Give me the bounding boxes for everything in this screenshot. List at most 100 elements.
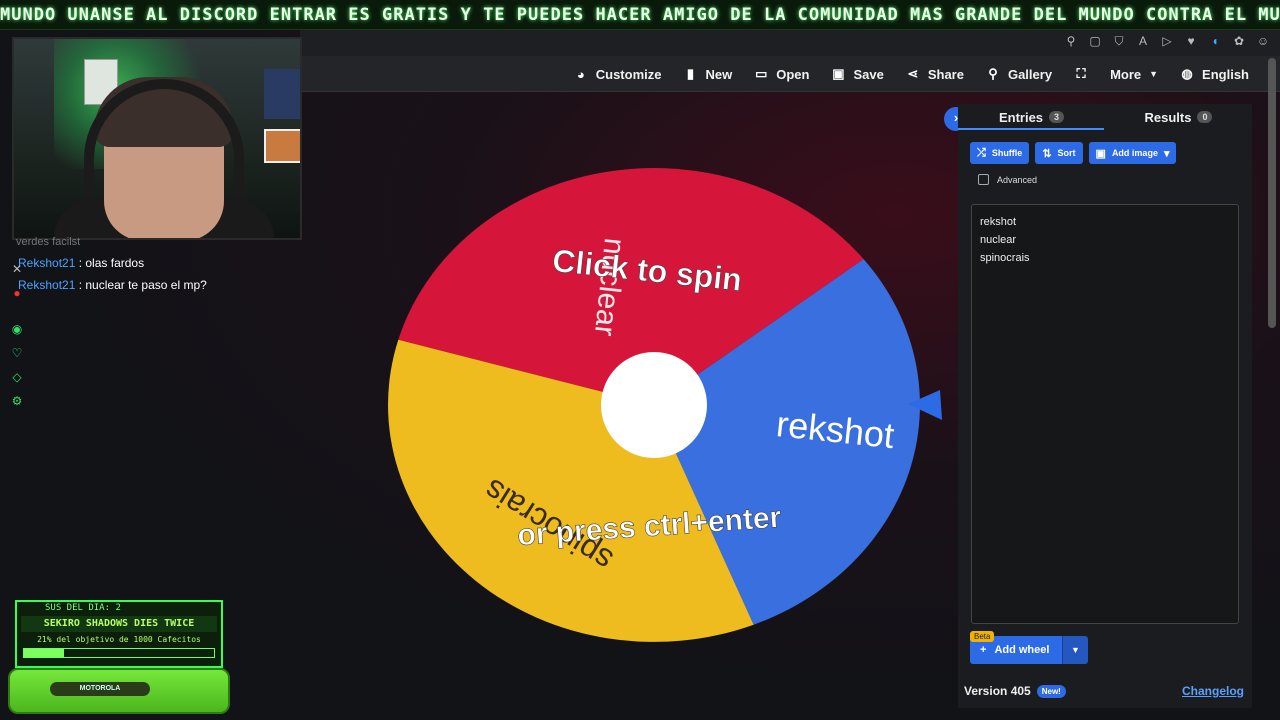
- translate-icon[interactable]: A: [1136, 34, 1150, 48]
- eye-icon: ◉: [11, 322, 23, 336]
- fullscreen-icon: ⛶: [1076, 66, 1086, 81]
- twitch-icon: ◇: [12, 370, 22, 384]
- panel-tabs: Entries 3 Results 0: [958, 104, 1252, 130]
- save-icon: ▣: [832, 66, 845, 81]
- extension-icon[interactable]: ✿: [1232, 34, 1246, 48]
- youtube-icon: ●: [13, 286, 21, 300]
- entries-toolbar: ⤮ Shuffle ⇅ Sort ▣ Add image ▾: [970, 142, 1177, 164]
- file-icon: ▮: [686, 66, 695, 81]
- shuffle-icon: ⤮: [977, 146, 986, 159]
- changelog-link[interactable]: Changelog: [1182, 684, 1244, 698]
- add-wheel-dropdown[interactable]: ▼: [1062, 636, 1088, 664]
- add-image-button[interactable]: ▣ Add image ▾: [1088, 142, 1177, 164]
- avatar-icon[interactable]: ☺: [1256, 34, 1270, 48]
- browser-toolbar: ⚲ ▢ ⛉ A ▷ ♥ ◖ ✿ ☺: [300, 30, 1280, 56]
- more-button[interactable]: More ▼: [1099, 56, 1169, 92]
- image-icon: ▣: [1095, 147, 1106, 160]
- share-label: Share: [927, 66, 964, 82]
- save-button[interactable]: ▣ Save: [820, 56, 894, 92]
- language-button[interactable]: ◍ English: [1169, 56, 1260, 92]
- app-header: ◕ Customize ▮ New ▭ Open ▣ Save ⋖ Share …: [300, 56, 1280, 92]
- version-info: Version 405 New!: [964, 684, 1066, 698]
- customize-label: Customize: [595, 66, 662, 82]
- beta-badge: Beta: [970, 631, 995, 642]
- page-scrollbar[interactable]: [1268, 58, 1276, 328]
- search-icon: ⚲: [988, 66, 998, 81]
- plus-icon: +: [980, 644, 987, 656]
- sort-label: Sort: [1057, 148, 1076, 158]
- chat-faded-line: verdes facilst: [16, 236, 81, 248]
- gallery-button[interactable]: ⚲ Gallery: [975, 56, 1063, 92]
- subs-row: SUS DEL DIA: 2: [17, 602, 221, 614]
- chat-message: Rekshot21 : olas fardos: [18, 256, 144, 270]
- chat-message: Rekshot21 : nuclear te paso el mp?: [18, 278, 207, 292]
- globe-icon: ◍: [1181, 66, 1193, 81]
- webcam-figure: [264, 69, 300, 119]
- tab-results-label: Results: [1144, 109, 1192, 125]
- add-image-label: Add image: [1111, 148, 1158, 158]
- pager-brand: MOTOROLA: [50, 682, 150, 696]
- twitch-icon[interactable]: ◖: [1208, 34, 1222, 48]
- subs-label: SUS DEL DIA:: [45, 603, 111, 613]
- chat-username: Rekshot21: [18, 278, 76, 292]
- screenshot-icon[interactable]: ▢: [1088, 34, 1102, 48]
- chat-text: : olas fardos: [78, 256, 145, 270]
- gear-icon: ⚙: [11, 394, 23, 408]
- folder-icon: ▭: [755, 66, 768, 81]
- advanced-toggle[interactable]: Advanced: [978, 174, 1037, 185]
- extension-icons: ⚲ ▢ ⛉ A ▷ ♥ ◖ ✿ ☺: [1064, 34, 1270, 48]
- version-label: Version 405: [964, 684, 1031, 698]
- pin-icon[interactable]: ⚲: [1064, 34, 1078, 48]
- play-icon[interactable]: ▷: [1160, 34, 1174, 48]
- new-badge: New!: [1036, 684, 1066, 698]
- entry-line: spinocrais: [980, 252, 1030, 264]
- advanced-label: Advanced: [997, 174, 1038, 185]
- goal-progress-fill: [24, 649, 64, 657]
- wheel-svg[interactable]: nuclear rekshot spinocrais Click to spin…: [388, 168, 920, 642]
- wheel-center[interactable]: [601, 352, 707, 458]
- spin-wheel[interactable]: nuclear rekshot spinocrais Click to spin…: [388, 168, 920, 642]
- heart-icon: ♡: [11, 346, 23, 360]
- caret-down-icon: ▼: [1149, 69, 1159, 79]
- wheel-pointer-icon: [908, 390, 942, 420]
- palette-icon: ◕: [576, 66, 585, 82]
- main-nav: ◕ Customize ▮ New ▭ Open ▣ Save ⋖ Share …: [563, 56, 1260, 92]
- new-button[interactable]: ▮ New: [672, 56, 743, 92]
- share-icon: ⋖: [907, 66, 919, 81]
- gallery-label: Gallery: [1007, 66, 1053, 82]
- webcam-feed: [12, 37, 302, 240]
- subs-goal-widget: SUS DEL DIA: 2 SEKIRO SHADOWS DIES TWICE…: [15, 600, 223, 668]
- marquee-text: MUNDO UNANSE AL DISCORD ENTRAR ES GRATIS…: [0, 5, 1280, 25]
- chat-username: Rekshot21: [18, 256, 76, 270]
- advanced-checkbox[interactable]: [978, 174, 989, 185]
- entries-textarea[interactable]: rekshot nuclear spinocrais: [971, 204, 1239, 624]
- shuffle-button[interactable]: ⤮ Shuffle: [970, 142, 1030, 164]
- fullscreen-button[interactable]: ⛶: [1063, 56, 1099, 92]
- goal-text: 21% del objetivo de 1000 Cafecitos: [37, 635, 201, 644]
- save-label: Save: [853, 66, 884, 82]
- shuffle-label: Shuffle: [991, 148, 1023, 158]
- results-count-badge: 0: [1197, 111, 1213, 123]
- goal-progress-bar: [23, 648, 215, 658]
- entries-panel: Entries 3 Results 0 ⤮ Shuffle ⇅ Sort ▣ A…: [958, 104, 1252, 708]
- share-button[interactable]: ⋖ Share: [895, 56, 975, 92]
- sort-icon: ⇅: [1042, 147, 1052, 160]
- open-button[interactable]: ▭ Open: [743, 56, 820, 92]
- marquee-banner: MUNDO UNANSE AL DISCORD ENTRAR ES GRATIS…: [0, 0, 1280, 30]
- open-label: Open: [776, 66, 810, 82]
- add-wheel-label: Add wheel: [994, 644, 1050, 656]
- entry-line: rekshot: [980, 216, 1017, 228]
- entry-line: nuclear: [980, 234, 1017, 246]
- tab-entries-label: Entries: [998, 109, 1044, 125]
- caret-down-icon: ▾: [1163, 147, 1170, 160]
- customize-button[interactable]: ◕ Customize: [563, 56, 673, 92]
- sort-button[interactable]: ⇅ Sort: [1035, 142, 1083, 164]
- stream-overlay-screen: MUNDO UNANSE AL DISCORD ENTRAR ES GRATIS…: [0, 0, 1280, 720]
- webcam-dog-picture: [264, 129, 300, 163]
- tab-results[interactable]: Results 0: [1105, 104, 1252, 130]
- more-label: More: [1110, 66, 1142, 82]
- shield-icon[interactable]: ⛉: [1112, 34, 1126, 48]
- heart-icon[interactable]: ♥: [1184, 34, 1198, 48]
- tab-entries[interactable]: Entries 3: [958, 104, 1105, 130]
- entries-count-badge: 3: [1049, 111, 1065, 123]
